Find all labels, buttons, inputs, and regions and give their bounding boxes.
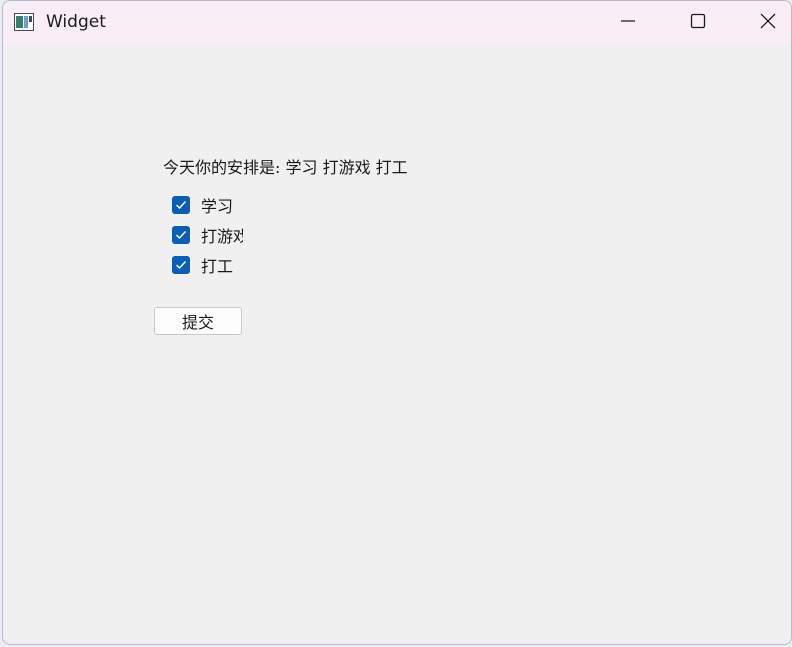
checkbox-work[interactable]: 打工	[172, 254, 243, 276]
checkbox-label[interactable]: 打游戏	[201, 223, 243, 247]
maximize-button[interactable]	[663, 1, 733, 45]
close-icon	[760, 13, 776, 33]
maximize-icon	[690, 13, 706, 33]
checkbox-study[interactable]: 学习	[172, 194, 243, 216]
schedule-status-label: 今天你的安排是: 学习 打游戏 打工	[163, 158, 408, 177]
checkbox-label[interactable]: 打工	[201, 253, 243, 277]
title-bar[interactable]: Widget	[3, 1, 791, 45]
checkbox-checked-icon[interactable]	[172, 226, 190, 244]
checkbox-label[interactable]: 学习	[201, 193, 243, 217]
checkbox-checked-icon[interactable]	[172, 196, 190, 214]
window-title: Widget	[46, 12, 106, 32]
minimize-button[interactable]	[593, 1, 663, 45]
app-window: Widget 今天你的安排是: 学习 打游戏 打工 学习 打游 打工 提交	[2, 0, 792, 645]
close-button[interactable]	[733, 1, 791, 45]
checkbox-gaming[interactable]: 打游戏	[172, 224, 243, 246]
checkbox-checked-icon[interactable]	[172, 256, 190, 274]
submit-button[interactable]: 提交	[154, 307, 242, 335]
minimize-icon	[620, 13, 636, 33]
main-content: 今天你的安排是: 学习 打游戏 打工 学习 打游戏 打工 提交	[3, 45, 791, 644]
app-icon	[14, 13, 34, 31]
